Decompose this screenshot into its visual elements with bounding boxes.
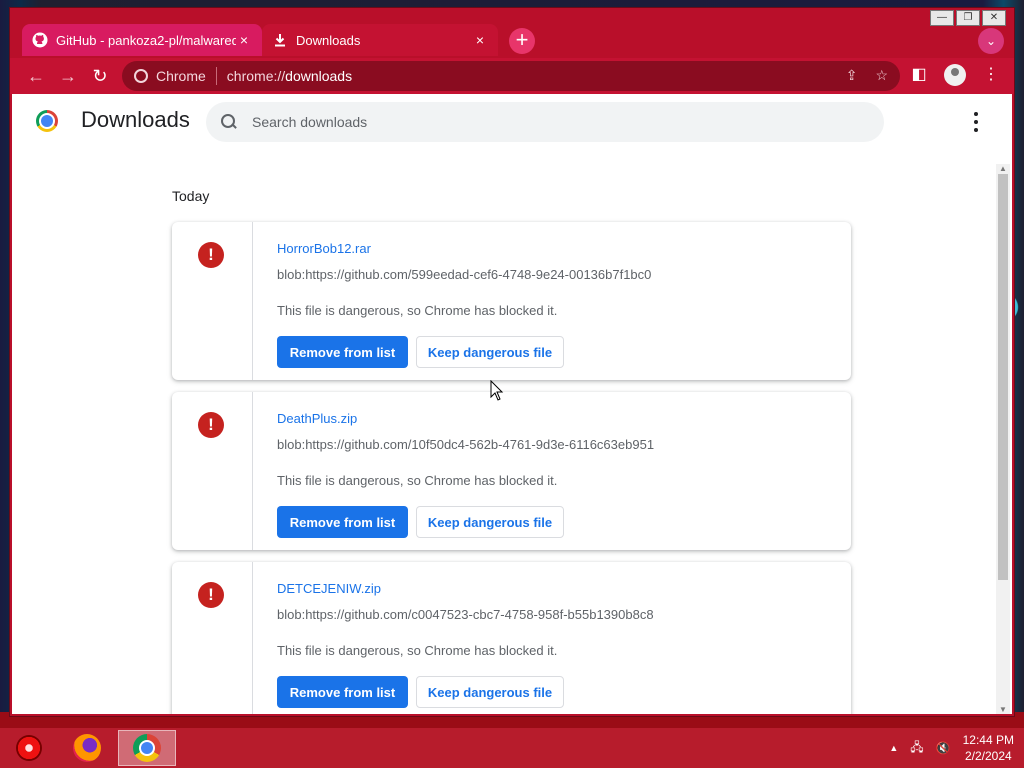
file-name-link[interactable]: HorrorBob12.rar: [277, 241, 371, 256]
address-bar[interactable]: Chrome chrome://downloads ⇪ ☆: [122, 61, 900, 91]
back-button[interactable]: ←: [24, 64, 48, 88]
tab-title: GitHub - pankoza2-pl/malwared...: [56, 32, 236, 48]
mouse-cursor-icon: [490, 380, 504, 401]
chrome-icon: [133, 734, 161, 762]
firefox-icon: [73, 734, 101, 762]
start-button[interactable]: [0, 730, 58, 766]
share-icon[interactable]: ⇪: [846, 67, 858, 84]
page-title: Downloads: [81, 107, 190, 132]
toolbar-actions: ◧ ⋮: [908, 64, 1002, 86]
profile-avatar-icon[interactable]: [944, 64, 966, 86]
remove-from-list-button[interactable]: Remove from list: [277, 506, 408, 538]
date-group-heading: Today: [172, 188, 210, 204]
volume-muted-icon[interactable]: 🔇: [936, 741, 951, 755]
file-status: This file is dangerous, so Chrome has bl…: [277, 303, 558, 318]
danger-warning-icon: !: [198, 582, 224, 608]
remove-from-list-button[interactable]: Remove from list: [277, 336, 408, 368]
tab-close-icon[interactable]: ×: [236, 32, 252, 48]
tray-expand-icon[interactable]: ▲: [889, 743, 898, 753]
browser-toolbar: ← → ↻ Chrome chrome://downloads ⇪ ☆ ◧ ⋮: [10, 58, 1014, 94]
reload-button[interactable]: ↻: [88, 64, 112, 88]
forward-button[interactable]: →: [56, 64, 80, 88]
search-downloads-box[interactable]: [206, 102, 884, 142]
downloads-page: Downloads ▲ ▼ Today ! HorrorBob12.rar bl…: [12, 94, 1012, 714]
item-icon-column: !: [172, 222, 253, 380]
file-source-url: blob:https://github.com/10f50dc4-562b-47…: [277, 437, 655, 452]
taskbar-firefox[interactable]: [58, 730, 116, 766]
tab-title: Downloads: [296, 32, 361, 48]
page-scrollbar[interactable]: ▲ ▼: [996, 164, 1010, 714]
download-icon: [272, 32, 288, 48]
file-name-link[interactable]: DETCEJENIW.zip: [277, 581, 381, 596]
taskbar: ▲ 🖧 🔇 12:44 PM 2/2/2024: [0, 728, 1024, 768]
clock-time: 12:44 PM: [962, 733, 1014, 747]
file-status: This file is dangerous, so Chrome has bl…: [277, 473, 558, 488]
danger-warning-icon: !: [198, 242, 224, 268]
scrollbar-thumb[interactable]: [998, 174, 1008, 580]
more-actions-icon[interactable]: [968, 112, 984, 132]
download-item: ! DeathPlus.zip blob:https://github.com/…: [172, 392, 851, 550]
keep-dangerous-file-button[interactable]: Keep dangerous file: [416, 336, 564, 368]
browser-window: — ❐ ✕ GitHub - pankoza2-pl/malwared... ×…: [10, 8, 1014, 716]
tab-strip: GitHub - pankoza2-pl/malwared... × Downl…: [10, 22, 1014, 58]
chrome-icon: [134, 69, 148, 83]
file-source-url: blob:https://github.com/c0047523-cbc7-47…: [277, 607, 654, 622]
item-icon-column: !: [172, 562, 253, 714]
clock[interactable]: 12:44 PM 2/2/2024: [963, 732, 1014, 764]
tab-search-button[interactable]: ⌄: [978, 28, 1004, 54]
side-panel-icon[interactable]: ◧: [908, 64, 930, 86]
new-tab-button[interactable]: +: [509, 28, 535, 54]
danger-warning-icon: !: [198, 412, 224, 438]
clock-date: 2/2/2024: [964, 749, 1012, 763]
scroll-up-icon[interactable]: ▲: [999, 164, 1007, 173]
omnibox-actions: ⇪ ☆: [846, 67, 888, 84]
tab-close-icon[interactable]: ×: [472, 32, 488, 48]
page-header: Downloads: [12, 94, 1012, 150]
item-icon-column: !: [172, 392, 253, 550]
taskbar-chrome[interactable]: [118, 730, 176, 766]
tab-downloads[interactable]: Downloads ×: [262, 24, 498, 56]
tab-github[interactable]: GitHub - pankoza2-pl/malwared... ×: [22, 24, 262, 56]
start-icon: [16, 735, 42, 761]
download-item: ! HorrorBob12.rar blob:https://github.co…: [172, 222, 851, 380]
remove-from-list-button[interactable]: Remove from list: [277, 676, 408, 708]
scroll-down-icon[interactable]: ▼: [999, 705, 1007, 714]
file-name-link[interactable]: DeathPlus.zip: [277, 411, 357, 426]
chrome-logo-icon: [36, 110, 58, 132]
url-text[interactable]: chrome://downloads: [217, 68, 352, 84]
url-prefix: chrome://: [226, 68, 286, 84]
site-info-chip[interactable]: Chrome: [122, 67, 217, 85]
chrome-menu-icon[interactable]: ⋮: [980, 64, 1002, 86]
file-source-url: blob:https://github.com/599eedad-cef6-47…: [277, 267, 652, 282]
search-icon: [220, 113, 238, 131]
download-item: ! DETCEJENIW.zip blob:https://github.com…: [172, 562, 851, 714]
github-icon: [32, 32, 48, 48]
search-input[interactable]: [250, 113, 854, 131]
network-icon[interactable]: 🖧: [910, 738, 923, 759]
file-status: This file is dangerous, so Chrome has bl…: [277, 643, 558, 658]
site-chip-label: Chrome: [156, 68, 206, 84]
keep-dangerous-file-button[interactable]: Keep dangerous file: [416, 506, 564, 538]
url-host: downloads: [285, 68, 353, 84]
keep-dangerous-file-button[interactable]: Keep dangerous file: [416, 676, 564, 708]
system-tray: ▲ 🖧 🔇 12:44 PM 2/2/2024: [889, 728, 1014, 768]
bookmark-star-icon[interactable]: ☆: [875, 67, 888, 84]
